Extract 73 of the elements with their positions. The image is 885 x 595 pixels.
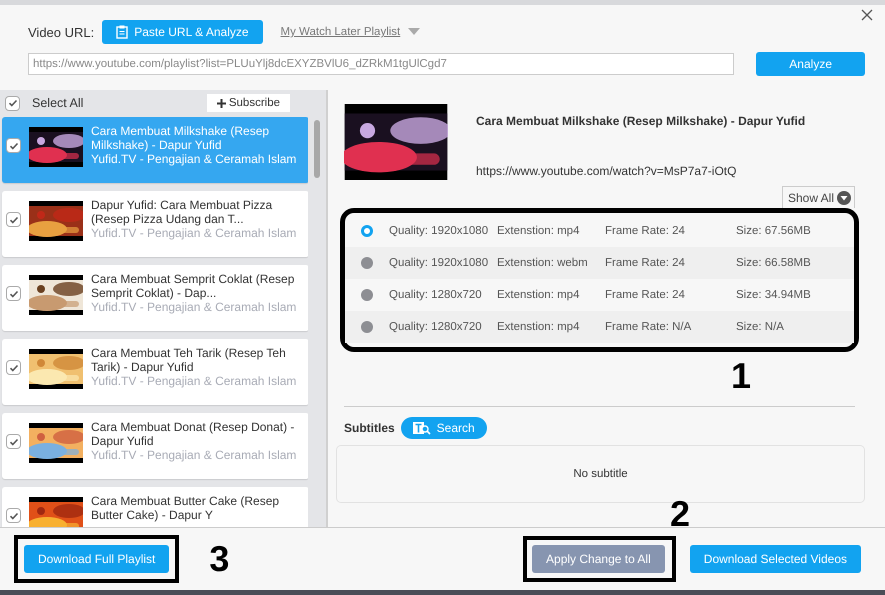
checkmark-icon <box>8 436 18 446</box>
playlist-item[interactable]: Cara Membuat Teh Tarik (Resep Teh Tarik) - Dapur Yufid Yufid.TV - Pengajian & Ceramah Islam <box>2 339 308 405</box>
select-all-label: Select All <box>32 96 84 110</box>
video-title: Cara Membuat Milkshake (Resep Milkshake) - Dapur Yufid <box>91 124 270 152</box>
video-title: Cara Membuat Semprit Coklat (Resep Semprit Coklat) - Dap... <box>91 272 296 300</box>
checkmark-icon <box>8 214 18 224</box>
plus-icon <box>216 98 226 108</box>
size-text: Size: 67.56MB <box>736 225 812 237</box>
watch-later-link[interactable]: My Watch Later Playlist <box>280 26 400 38</box>
video-title: Cara Membuat Donat (Resep Donat) - Dapur Yufid <box>91 420 296 448</box>
clipboard-icon <box>116 25 128 39</box>
checkmark-icon <box>8 362 18 372</box>
extension-text: Extenstion: mp4 <box>497 225 580 237</box>
playlist-item[interactable]: Cara Membuat Butter Cake (Resep Butter Cake) - Dapur Y <box>2 487 308 527</box>
no-subtitle-text: No subtitle <box>573 468 628 480</box>
annotation-number: 3 <box>209 541 230 577</box>
annotation-number: 2 <box>670 496 690 532</box>
channel-name: Yufid.TV - Pengajian & Ceramah Islam <box>91 300 298 314</box>
show-all-button[interactable]: Show All <box>782 186 855 208</box>
item-checkbox[interactable] <box>6 286 21 301</box>
item-checkbox[interactable] <box>6 360 21 375</box>
format-radio[interactable] <box>361 257 373 269</box>
format-row[interactable]: Quality: 1280x720 Extenstion: mp4 Frame Rate: 24 Size: 34.94MB <box>345 279 854 311</box>
item-checkbox[interactable] <box>6 212 21 227</box>
format-radio[interactable] <box>361 225 373 237</box>
size-text: Size: 66.58MB <box>736 257 812 269</box>
channel-name: Yufid.TV - Pengajian & Ceramah Islam <box>91 152 298 166</box>
channel-name: Yufid.TV - Pengajian & Ceramah Islam <box>91 448 298 462</box>
quality-text: Quality: 1920x1080 <box>389 257 490 269</box>
video-title: Cara Membuat Teh Tarik (Resep Teh Tarik) - Dapur Yufid <box>91 346 287 374</box>
item-checkbox[interactable] <box>6 138 21 153</box>
size-text: Size: N/A <box>736 321 785 333</box>
extension-text: Extenstion: mp4 <box>497 321 580 333</box>
size-text: Size: 34.94MB <box>736 289 812 301</box>
playlist-item[interactable]: Dapur Yufid: Cara Membuat Pizza (Resep Pizza Udang dan T... Yufid.TV - Pengajian & Ceramah Islam <box>2 191 308 257</box>
quality-text: Quality: 1920x1080 <box>389 225 490 237</box>
quality-text: Quality: 1280x720 <box>389 321 483 333</box>
format-radio[interactable] <box>361 321 373 333</box>
text-search-icon <box>412 421 431 435</box>
checkmark-icon <box>8 140 18 150</box>
scrollbar-thumb[interactable] <box>314 120 320 178</box>
checkmark-icon <box>8 510 18 520</box>
extension-text: Extenstion: webm <box>497 257 589 269</box>
item-checkbox[interactable] <box>6 434 21 449</box>
url-label: Video URL: <box>28 24 94 40</box>
format-radio[interactable] <box>361 289 373 301</box>
select-all-checkbox[interactable] <box>5 96 20 110</box>
playlist-item[interactable]: Cara Membuat Donat (Resep Donat) - Dapur Yufid Yufid.TV - Pengajian & Ceramah Islam <box>2 413 308 479</box>
checkmark-icon <box>8 288 18 298</box>
playlist-item[interactable]: Cara Membuat Semprit Coklat (Resep Semprit Coklat) - Dap... Yufid.TV - Pengajian & Ceramah Islam <box>2 265 308 331</box>
video-title: Cara Membuat Milkshake (Resep Milkshake) - Dapur Yufid <box>476 114 806 128</box>
close-icon[interactable] <box>861 9 873 21</box>
frame-rate-text: Frame Rate: 24 <box>605 257 686 269</box>
channel-name: Yufid.TV - Pengajian & Ceramah Islam <box>91 374 298 388</box>
frame-rate-text: Frame Rate: 24 <box>605 289 686 301</box>
annotation-number: 1 <box>730 358 751 394</box>
checkmark-icon <box>8 98 18 108</box>
frame-rate-text: Frame Rate: 24 <box>605 225 686 237</box>
video-url: https://www.youtube.com/watch?v=MsP7a7-iOtQ <box>476 164 738 178</box>
subscribe-button[interactable]: Subscribe <box>206 94 290 112</box>
format-row[interactable]: Quality: 1280x720 Extenstion: mp4 Frame Rate: N/A Size: N/A <box>345 311 854 343</box>
subtitles-label: Subtitles <box>344 421 395 435</box>
video-title: Cara Membuat Butter Cake (Resep Butter Cake) - Dapur Y <box>91 494 280 522</box>
url-field[interactable]: https://www.youtube.com/playlist?list=PLUuYlj8dcEXYZBVlU6_dZRkM1tgUlCgd7 <box>28 53 734 75</box>
quality-text: Quality: 1280x720 <box>389 289 483 301</box>
item-checkbox[interactable] <box>6 508 21 523</box>
frame-rate-text: Frame Rate: N/A <box>605 321 692 333</box>
video-title: Dapur Yufid: Cara Membuat Pizza (Resep Pizza Udang dan T... <box>91 198 274 226</box>
caret-icon <box>837 190 851 204</box>
format-row[interactable]: Quality: 1920x1080 Extenstion: webm Frame Rate: 24 Size: 66.58MB <box>345 247 854 279</box>
channel-name: Yufid.TV - Pengajian & Ceramah Islam <box>91 226 298 240</box>
extension-text: Extenstion: mp4 <box>497 289 580 301</box>
format-row[interactable]: Quality: 1920x1080 Extenstion: mp4 Frame Rate: 24 Size: 67.56MB <box>345 215 854 247</box>
